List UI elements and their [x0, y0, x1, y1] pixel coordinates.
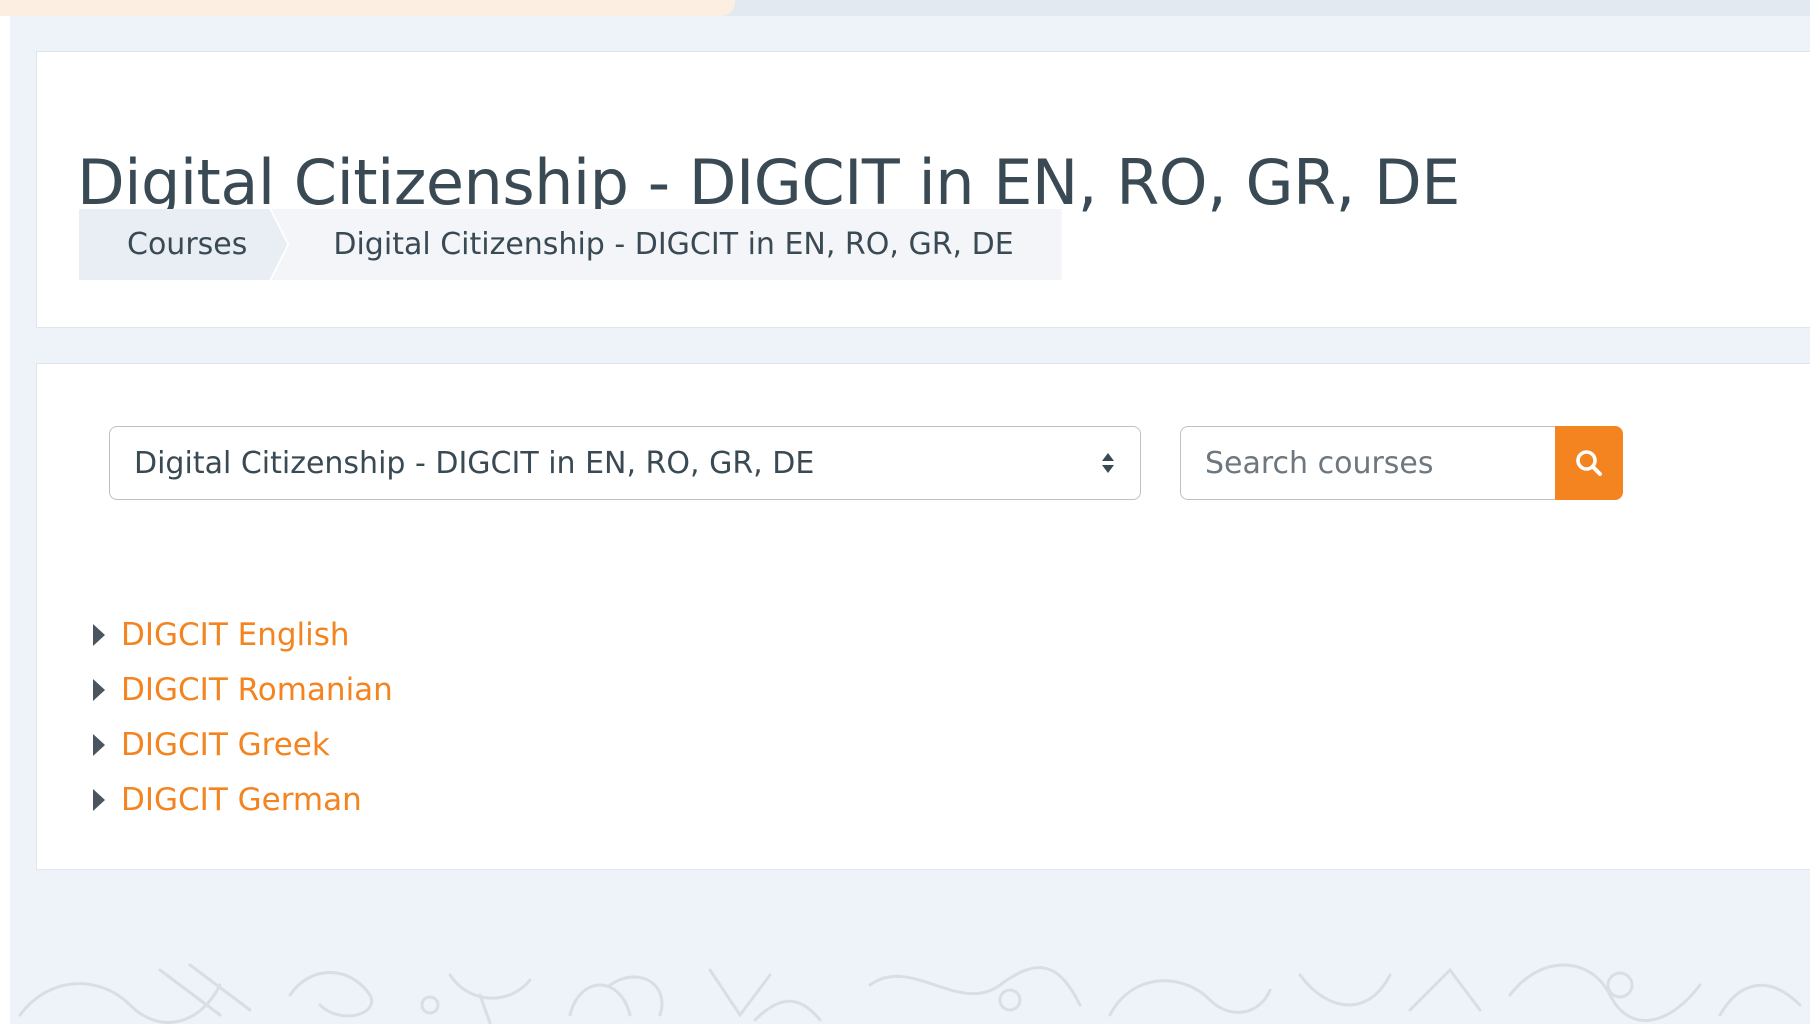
category-link-english[interactable]: DIGCIT English	[121, 617, 350, 653]
caret-right-icon[interactable]	[93, 733, 105, 756]
search-button[interactable]	[1555, 426, 1623, 500]
caret-right-icon[interactable]	[93, 623, 105, 646]
caret-right-icon[interactable]	[93, 678, 105, 701]
breadcrumb: Courses Digital Citizenship - DIGCIT in …	[79, 209, 1062, 280]
caret-right-icon[interactable]	[93, 788, 105, 811]
category-link-greek[interactable]: DIGCIT Greek	[121, 727, 330, 763]
category-link-romanian[interactable]: DIGCIT Romanian	[121, 672, 393, 708]
breadcrumb-item-current: Digital Citizenship - DIGCIT in EN, RO, …	[271, 209, 1062, 280]
top-navbar-accent	[0, 0, 735, 16]
category-select-value: Digital Citizenship - DIGCIT in EN, RO, …	[134, 445, 815, 481]
search-icon	[1576, 450, 1602, 476]
search-input[interactable]	[1180, 426, 1555, 500]
footer-doodle-pattern	[18, 963, 1802, 1024]
category-list: DIGCIT English DIGCIT Romanian DIGCIT Gr…	[93, 607, 393, 827]
course-category-panel: Digital Citizenship - DIGCIT in EN, RO, …	[36, 363, 1810, 870]
list-item: DIGCIT German	[93, 772, 393, 827]
sort-arrows-icon	[1102, 453, 1114, 473]
page-header: Digital Citizenship - DIGCIT in EN, RO, …	[36, 51, 1810, 328]
page-title: Digital Citizenship - DIGCIT in EN, RO, …	[77, 146, 1460, 219]
course-search	[1180, 426, 1623, 500]
category-select[interactable]: Digital Citizenship - DIGCIT in EN, RO, …	[109, 426, 1141, 500]
list-item: DIGCIT English	[93, 607, 393, 662]
left-gutter	[0, 16, 10, 1024]
list-item: DIGCIT Romanian	[93, 662, 393, 717]
list-item: DIGCIT Greek	[93, 717, 393, 772]
category-link-german[interactable]: DIGCIT German	[121, 782, 362, 818]
breadcrumb-item-courses[interactable]: Courses	[79, 209, 287, 280]
